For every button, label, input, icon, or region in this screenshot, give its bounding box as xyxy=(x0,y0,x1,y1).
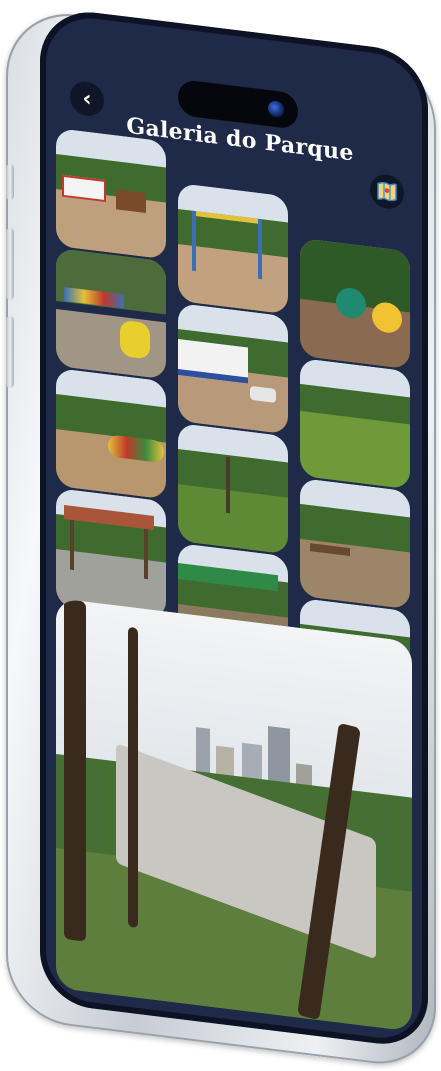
app-screen: ‹ Galeria do Parque xyxy=(40,6,428,1050)
photo-lake[interactable] xyxy=(300,357,410,490)
photo-lawn-tree[interactable] xyxy=(178,422,288,555)
camera-icon xyxy=(268,99,284,118)
photo-info-signs[interactable] xyxy=(300,237,410,370)
phone-volume-down-button xyxy=(6,316,14,388)
map-icon xyxy=(377,181,397,202)
photo-swings[interactable] xyxy=(178,182,288,315)
map-button[interactable] xyxy=(370,172,404,211)
photo-playground-sign[interactable] xyxy=(56,127,166,260)
photo-caterpillar-tunnel[interactable] xyxy=(56,367,166,500)
photo-building[interactable] xyxy=(178,302,288,435)
phone-volume-up-button xyxy=(6,228,14,300)
phone-side-button xyxy=(6,164,14,200)
chevron-left-icon: ‹ xyxy=(82,85,92,112)
back-button[interactable]: ‹ xyxy=(70,79,104,118)
photo-tire-planters[interactable] xyxy=(56,247,166,380)
photo-skatepark-city-view[interactable] xyxy=(56,597,412,1032)
photo-picnic-area[interactable] xyxy=(300,477,410,610)
